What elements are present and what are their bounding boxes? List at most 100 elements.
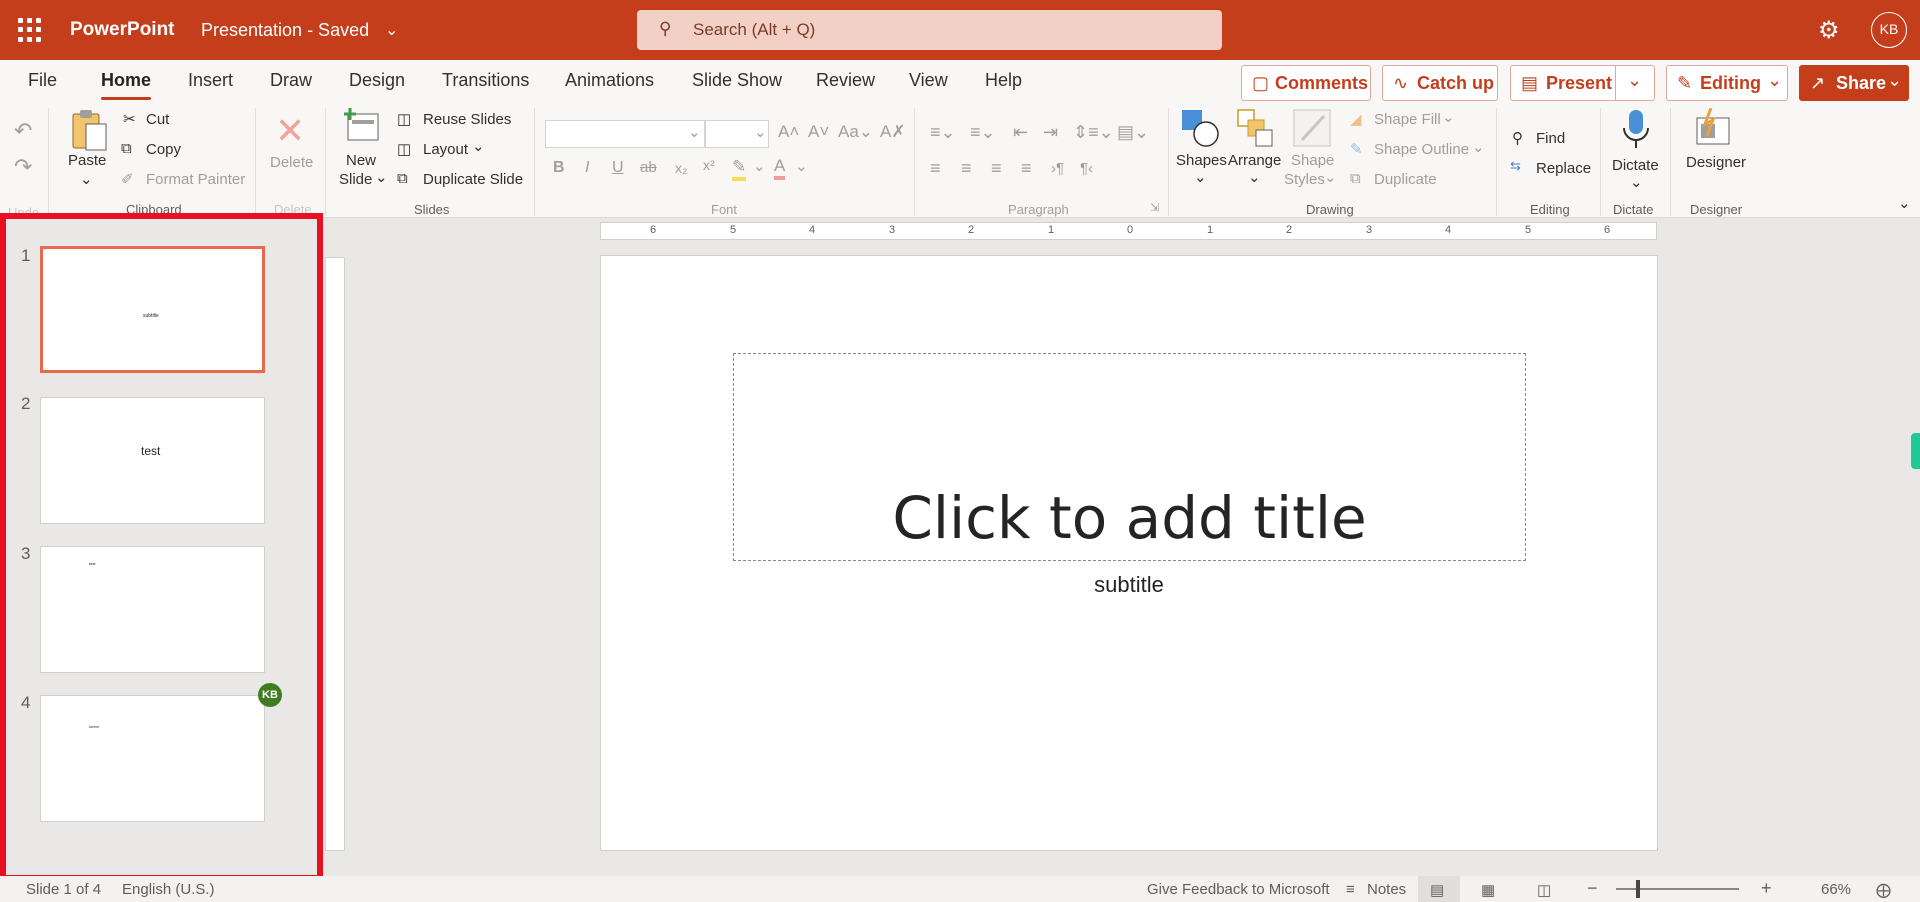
new-slide-icon[interactable]: [344, 108, 382, 144]
increase-indent-icon[interactable]: ⇥: [1043, 122, 1058, 143]
underline-icon[interactable]: U: [612, 159, 624, 177]
reuse-slides-button[interactable]: Reuse Slides: [423, 111, 511, 128]
search-input[interactable]: Search (Alt + Q): [693, 20, 815, 40]
chevron-down-icon[interactable]: ⌄: [472, 137, 485, 155]
redo-icon[interactable]: ↷: [14, 154, 32, 180]
tab-insert[interactable]: Insert: [188, 70, 233, 91]
search-box[interactable]: ⚲ Search (Alt + Q): [637, 10, 1222, 50]
chevron-down-icon[interactable]: ⌄: [80, 170, 93, 188]
slide-sorter-icon[interactable]: ▦: [1481, 881, 1495, 899]
zoom-level[interactable]: 66%: [1821, 881, 1851, 898]
collaborator-avatar[interactable]: KB: [258, 683, 282, 707]
delete-button[interactable]: Delete: [270, 154, 313, 171]
chevron-down-icon[interactable]: ⌄: [385, 20, 398, 40]
notes-button[interactable]: Notes: [1367, 881, 1406, 898]
grow-font-icon[interactable]: A˄: [778, 122, 799, 142]
tab-slide-show[interactable]: Slide Show: [692, 70, 782, 91]
decrease-indent-icon[interactable]: ⇤: [1013, 122, 1028, 143]
slide-title[interactable]: Click to add title: [734, 484, 1525, 552]
chevron-down-icon[interactable]: ⌄: [1324, 168, 1337, 186]
zoom-in-icon[interactable]: +: [1761, 878, 1772, 899]
superscript-icon[interactable]: x²: [703, 157, 715, 173]
bullets-icon[interactable]: ≡⌄: [930, 122, 956, 143]
new-slide-button[interactable]: Slide: [339, 171, 372, 188]
find-button[interactable]: Find: [1536, 130, 1565, 147]
tab-view[interactable]: View: [909, 70, 948, 91]
slide-thumbnail-3[interactable]: test: [40, 546, 265, 673]
language-indicator[interactable]: English (U.S.): [122, 881, 215, 898]
avatar[interactable]: KB: [1871, 12, 1907, 48]
shape-styles-label[interactable]: Shape: [1291, 152, 1334, 169]
arrange-button[interactable]: Arrange: [1228, 152, 1281, 169]
tab-home[interactable]: Home: [101, 70, 152, 100]
align-right-icon[interactable]: ≡: [991, 158, 1002, 179]
collapse-ribbon-icon[interactable]: ⌄: [1898, 194, 1911, 212]
paste-button[interactable]: Paste: [68, 152, 106, 169]
align-center-icon[interactable]: ≡: [961, 158, 972, 179]
columns-icon[interactable]: ▤⌄: [1117, 122, 1149, 143]
chevron-down-icon[interactable]: ⌄: [1194, 168, 1207, 186]
subscript-icon[interactable]: x₂: [675, 160, 687, 176]
comments-button[interactable]: ▢ Comments: [1241, 65, 1371, 101]
clear-formatting-icon[interactable]: A✗: [880, 122, 906, 142]
editing-mode-button[interactable]: ✎ Editing ⌄: [1666, 65, 1788, 101]
chevron-down-icon[interactable]: ⌄: [1472, 138, 1485, 156]
chevron-down-icon[interactable]: ⌄: [795, 157, 808, 175]
chevron-down-icon[interactable]: ⌄: [1442, 108, 1455, 126]
align-left-icon[interactable]: ≡: [930, 158, 941, 179]
cut-button[interactable]: Cut: [146, 111, 169, 128]
tab-animations[interactable]: Animations: [565, 70, 654, 91]
duplicate-button[interactable]: Duplicate: [1374, 171, 1437, 188]
chevron-down-icon[interactable]: ⌄: [1630, 173, 1643, 191]
change-case-icon[interactable]: Aa⌄: [838, 122, 873, 142]
shape-fill-button[interactable]: Shape Fill: [1374, 111, 1441, 128]
chevron-down-icon[interactable]: ⌄: [1248, 168, 1261, 186]
designer-icon[interactable]: [1693, 108, 1733, 148]
duplicate-slide-button[interactable]: Duplicate Slide: [423, 171, 523, 188]
undo-icon[interactable]: ↶: [14, 118, 32, 144]
replace-button[interactable]: Replace: [1536, 160, 1591, 177]
font-family-select[interactable]: ⌄: [545, 120, 705, 148]
tab-review[interactable]: Review: [816, 70, 875, 91]
app-name[interactable]: PowerPoint: [70, 19, 175, 41]
chevron-down-icon[interactable]: ⌄: [375, 168, 388, 186]
present-button[interactable]: ▤ Present ⌄: [1510, 65, 1655, 101]
tab-file[interactable]: File: [28, 70, 57, 91]
tab-transitions[interactable]: Transitions: [442, 70, 529, 91]
app-launcher-icon[interactable]: [18, 18, 42, 42]
tab-design[interactable]: Design: [349, 70, 405, 91]
zoom-slider-thumb[interactable]: [1636, 880, 1640, 898]
catch-up-button[interactable]: ∿ Catch up: [1382, 65, 1498, 101]
highlight-icon[interactable]: ✎: [732, 157, 747, 181]
slide-canvas[interactable]: Click to add title subtitle: [600, 255, 1658, 851]
shape-styles-icon[interactable]: [1292, 108, 1332, 148]
share-button[interactable]: ↗ Share ⌄: [1799, 65, 1909, 101]
slide-thumbnail-4[interactable]: lorem: [40, 695, 265, 822]
side-panel-handle[interactable]: [1911, 433, 1920, 469]
title-placeholder[interactable]: Click to add title: [733, 353, 1526, 561]
format-painter-button[interactable]: Format Painter: [146, 171, 245, 188]
line-spacing-icon[interactable]: ⇕≡⌄: [1073, 122, 1114, 143]
shapes-icon[interactable]: [1180, 108, 1220, 148]
tab-help[interactable]: Help: [985, 70, 1022, 91]
bold-icon[interactable]: B: [553, 159, 565, 177]
font-color-icon[interactable]: A: [774, 156, 786, 180]
shapes-button[interactable]: Shapes: [1176, 152, 1227, 169]
numbering-icon[interactable]: ≡⌄: [970, 122, 996, 143]
dialog-launcher-icon[interactable]: ⇲: [1150, 201, 1159, 214]
designer-button[interactable]: Designer: [1686, 154, 1746, 171]
new-slide-label[interactable]: New: [346, 152, 376, 169]
layout-button[interactable]: Layout: [423, 141, 468, 158]
ltr-icon[interactable]: ›¶: [1051, 160, 1064, 177]
shape-styles-button[interactable]: Styles: [1284, 171, 1325, 188]
font-size-select[interactable]: ⌄: [705, 120, 769, 148]
feedback-link[interactable]: Give Feedback to Microsoft: [1147, 881, 1330, 898]
microphone-icon[interactable]: [1620, 108, 1652, 150]
slide-subtitle[interactable]: subtitle: [601, 572, 1657, 598]
chevron-down-icon[interactable]: ⌄: [753, 157, 766, 175]
justify-icon[interactable]: ≡: [1021, 158, 1032, 179]
zoom-slider[interactable]: [1616, 888, 1739, 890]
slide-thumbnail-1[interactable]: subtitle: [40, 246, 265, 373]
strikethrough-icon[interactable]: ab: [640, 159, 657, 176]
slide-thumbnail-2[interactable]: test: [40, 397, 265, 524]
